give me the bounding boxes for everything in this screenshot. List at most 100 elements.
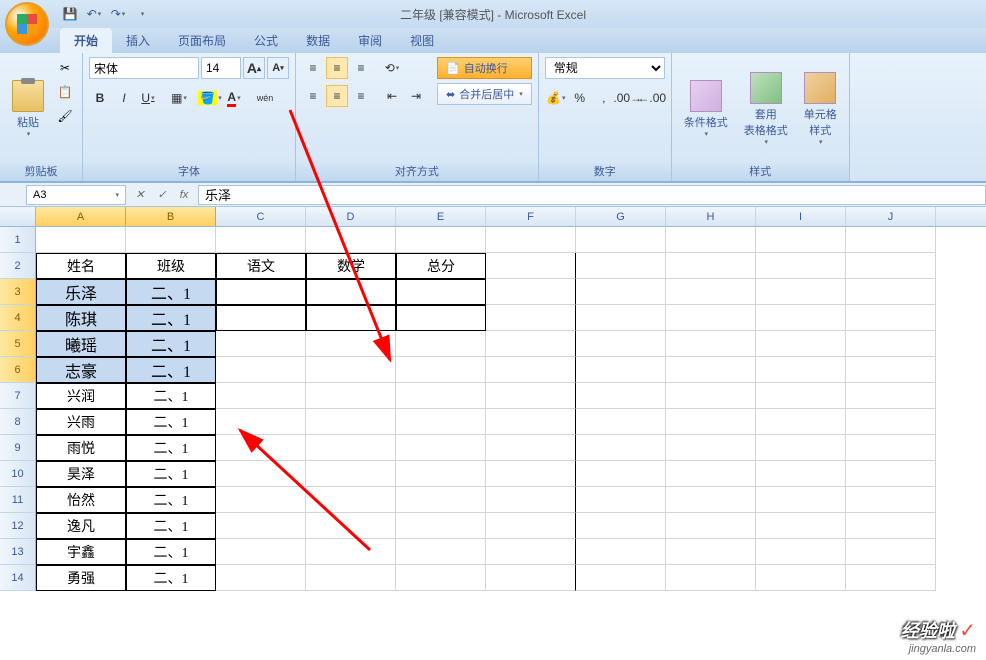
cell[interactable]: [486, 435, 576, 461]
row-header[interactable]: 7: [0, 383, 36, 409]
name-box[interactable]: A3 ▾: [26, 185, 126, 205]
format-painter-button[interactable]: 🖌: [54, 105, 76, 127]
cell[interactable]: 志豪: [36, 357, 126, 383]
cell[interactable]: [216, 435, 306, 461]
tab-review[interactable]: 审阅: [344, 28, 396, 53]
comma-button[interactable]: ,: [593, 87, 615, 109]
cell[interactable]: [846, 409, 936, 435]
cell[interactable]: [666, 409, 756, 435]
cell[interactable]: [576, 253, 666, 279]
tab-home[interactable]: 开始: [60, 28, 112, 53]
tab-page-layout[interactable]: 页面布局: [164, 28, 240, 53]
cell[interactable]: [576, 279, 666, 305]
cell[interactable]: [216, 539, 306, 565]
cell[interactable]: 兴雨: [36, 409, 126, 435]
cell[interactable]: [846, 435, 936, 461]
row-header[interactable]: 5: [0, 331, 36, 357]
cell[interactable]: [576, 227, 666, 253]
cell[interactable]: [666, 487, 756, 513]
cell[interactable]: [306, 305, 396, 331]
align-right-button[interactable]: ≡: [350, 85, 372, 107]
cell[interactable]: [756, 331, 846, 357]
cell[interactable]: 乐泽: [36, 279, 126, 305]
row-header[interactable]: 10: [0, 461, 36, 487]
cell[interactable]: 二、1: [126, 461, 216, 487]
cell[interactable]: [756, 487, 846, 513]
cell[interactable]: [846, 383, 936, 409]
undo-button[interactable]: ↶▾: [84, 4, 104, 24]
cell[interactable]: [396, 487, 486, 513]
cut-button[interactable]: ✂: [54, 57, 76, 79]
row-header[interactable]: 2: [0, 253, 36, 279]
cell[interactable]: [756, 357, 846, 383]
cell[interactable]: 二、1: [126, 487, 216, 513]
cell[interactable]: [666, 357, 756, 383]
cell[interactable]: [756, 565, 846, 591]
cell[interactable]: [486, 565, 576, 591]
save-button[interactable]: 💾: [60, 4, 80, 24]
cell[interactable]: [576, 331, 666, 357]
cell[interactable]: [306, 539, 396, 565]
cell[interactable]: 二、1: [126, 305, 216, 331]
align-bottom-button[interactable]: ≡: [350, 57, 372, 79]
cell[interactable]: [576, 305, 666, 331]
align-left-button[interactable]: ≡: [302, 85, 324, 107]
percent-button[interactable]: %: [569, 87, 591, 109]
cell[interactable]: [576, 357, 666, 383]
cell[interactable]: [666, 435, 756, 461]
cell[interactable]: [396, 383, 486, 409]
col-header-g[interactable]: G: [576, 207, 666, 226]
cell[interactable]: 二、1: [126, 409, 216, 435]
increase-indent-button[interactable]: ⇥: [405, 85, 427, 107]
cell[interactable]: 姓名: [36, 253, 126, 279]
cell[interactable]: [216, 227, 306, 253]
cell[interactable]: [846, 253, 936, 279]
row-header[interactable]: 14: [0, 565, 36, 591]
align-center-button[interactable]: ≡: [326, 85, 348, 107]
cell[interactable]: [576, 461, 666, 487]
cell[interactable]: [126, 227, 216, 253]
cell[interactable]: [576, 383, 666, 409]
cell[interactable]: [216, 461, 306, 487]
cell[interactable]: [486, 409, 576, 435]
cell[interactable]: 二、1: [126, 279, 216, 305]
cell[interactable]: [576, 565, 666, 591]
cell[interactable]: [486, 253, 576, 279]
cell[interactable]: [396, 279, 486, 305]
cell[interactable]: 二、1: [126, 331, 216, 357]
cell[interactable]: [756, 253, 846, 279]
cell[interactable]: [216, 409, 306, 435]
cell[interactable]: [396, 539, 486, 565]
cell[interactable]: [756, 227, 846, 253]
row-header[interactable]: 12: [0, 513, 36, 539]
cell[interactable]: 数学: [306, 253, 396, 279]
col-header-d[interactable]: D: [306, 207, 396, 226]
cell[interactable]: [306, 513, 396, 539]
col-header-j[interactable]: J: [846, 207, 936, 226]
cell[interactable]: [396, 357, 486, 383]
tab-data[interactable]: 数据: [292, 28, 344, 53]
merge-center-button[interactable]: ⬌ 合并后居中▾: [437, 83, 532, 105]
cell[interactable]: 陈琪: [36, 305, 126, 331]
cell[interactable]: [846, 279, 936, 305]
bold-button[interactable]: B: [89, 87, 111, 109]
row-header[interactable]: 11: [0, 487, 36, 513]
cell[interactable]: [846, 487, 936, 513]
orientation-button[interactable]: ⟲▾: [381, 57, 403, 79]
col-header-a[interactable]: A: [36, 207, 126, 226]
fill-color-button[interactable]: 🪣▾: [199, 87, 221, 109]
cell[interactable]: [756, 305, 846, 331]
cell[interactable]: 逸凡: [36, 513, 126, 539]
cell[interactable]: [846, 461, 936, 487]
cell[interactable]: [666, 461, 756, 487]
office-button[interactable]: [5, 2, 55, 52]
cell[interactable]: 二、1: [126, 357, 216, 383]
cell[interactable]: [756, 435, 846, 461]
cell[interactable]: [756, 513, 846, 539]
col-header-f[interactable]: F: [486, 207, 576, 226]
font-name-select[interactable]: [89, 57, 199, 79]
cell[interactable]: 勇强: [36, 565, 126, 591]
cell[interactable]: [216, 279, 306, 305]
cell[interactable]: [756, 539, 846, 565]
cell[interactable]: [306, 461, 396, 487]
